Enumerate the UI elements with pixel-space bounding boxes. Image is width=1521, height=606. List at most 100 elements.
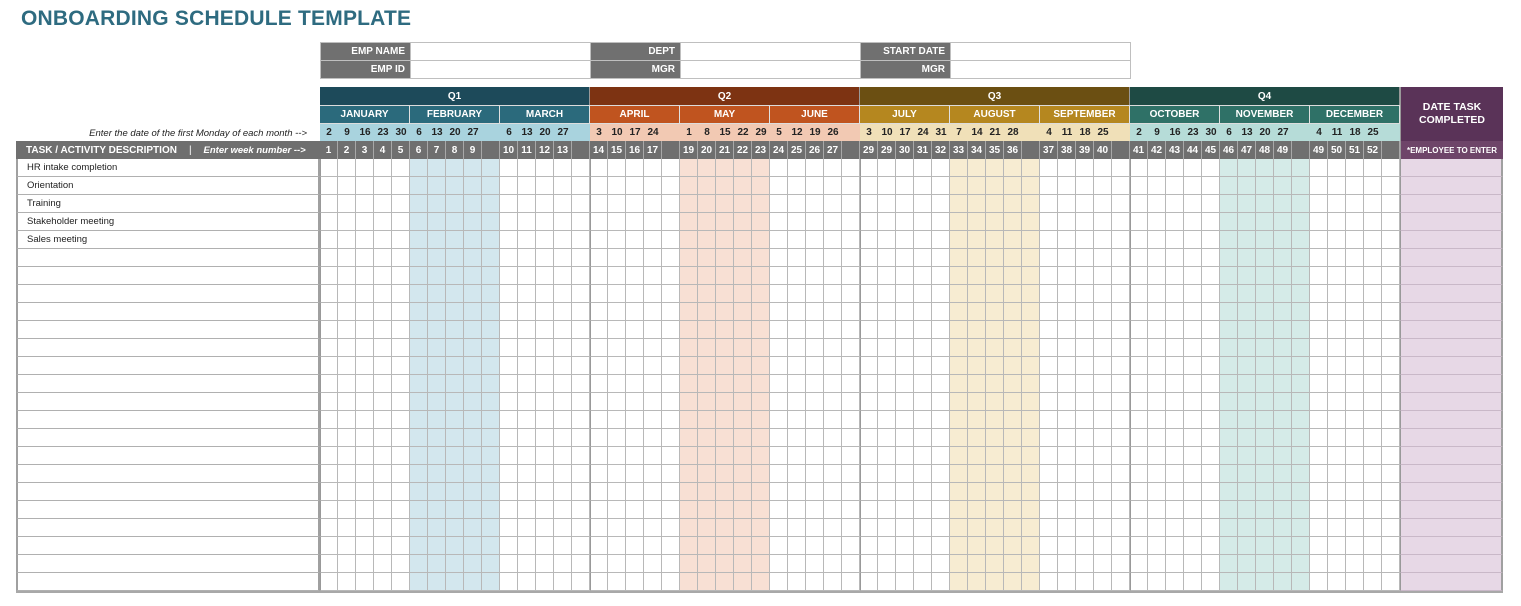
schedule-cell[interactable]: [374, 321, 392, 339]
schedule-cell[interactable]: [806, 357, 824, 375]
schedule-cell[interactable]: [500, 321, 518, 339]
schedule-cell[interactable]: [428, 285, 446, 303]
schedule-cell[interactable]: [842, 177, 860, 195]
schedule-cell[interactable]: [698, 285, 716, 303]
schedule-cell[interactable]: [1274, 267, 1292, 285]
schedule-cell[interactable]: [1202, 447, 1220, 465]
schedule-cell[interactable]: [770, 213, 788, 231]
schedule-cell[interactable]: [1328, 267, 1346, 285]
schedule-cell[interactable]: [1328, 483, 1346, 501]
schedule-cell[interactable]: [1292, 429, 1310, 447]
schedule-cell[interactable]: [482, 393, 500, 411]
schedule-cell[interactable]: [860, 501, 878, 519]
schedule-cell[interactable]: [1166, 303, 1184, 321]
schedule-cell[interactable]: [1310, 393, 1328, 411]
schedule-cell[interactable]: [1220, 393, 1238, 411]
schedule-cell[interactable]: [1364, 195, 1382, 213]
week-number[interactable]: 11: [518, 141, 536, 159]
schedule-cell[interactable]: [392, 357, 410, 375]
schedule-cell[interactable]: [1256, 339, 1274, 357]
task-row[interactable]: [16, 447, 320, 465]
schedule-cell[interactable]: [806, 555, 824, 573]
schedule-cell[interactable]: [1148, 303, 1166, 321]
schedule-cell[interactable]: [1094, 501, 1112, 519]
date-completed-cell[interactable]: [1400, 375, 1503, 393]
schedule-cell[interactable]: [590, 573, 608, 591]
schedule-cell[interactable]: [446, 555, 464, 573]
schedule-cell[interactable]: [374, 519, 392, 537]
schedule-cell[interactable]: [1130, 411, 1148, 429]
date-completed-cell[interactable]: [1400, 357, 1503, 375]
week-date[interactable]: 26: [824, 123, 842, 141]
schedule-cell[interactable]: [896, 195, 914, 213]
schedule-cell[interactable]: [500, 519, 518, 537]
schedule-cell[interactable]: [788, 411, 806, 429]
schedule-cell[interactable]: [1220, 573, 1238, 591]
schedule-cell[interactable]: [1364, 249, 1382, 267]
schedule-cell[interactable]: [680, 429, 698, 447]
schedule-cell[interactable]: [410, 231, 428, 249]
schedule-cell[interactable]: [1292, 393, 1310, 411]
week-number[interactable]: 36: [1004, 141, 1022, 159]
schedule-cell[interactable]: [572, 483, 590, 501]
schedule-cell[interactable]: [1004, 267, 1022, 285]
schedule-cell[interactable]: [446, 393, 464, 411]
schedule-cell[interactable]: [1292, 483, 1310, 501]
schedule-cell[interactable]: [320, 501, 338, 519]
schedule-cell[interactable]: [536, 555, 554, 573]
schedule-cell[interactable]: [482, 249, 500, 267]
schedule-cell[interactable]: [1292, 465, 1310, 483]
schedule-cell[interactable]: [1076, 321, 1094, 339]
schedule-cell[interactable]: [392, 285, 410, 303]
schedule-cell[interactable]: [572, 429, 590, 447]
schedule-cell[interactable]: [392, 483, 410, 501]
schedule-cell[interactable]: [716, 465, 734, 483]
schedule-cell[interactable]: [338, 573, 356, 591]
schedule-cell[interactable]: [500, 231, 518, 249]
schedule-cell[interactable]: [860, 303, 878, 321]
schedule-cell[interactable]: [1256, 429, 1274, 447]
week-number[interactable]: 40: [1094, 141, 1112, 159]
date-completed-cell[interactable]: [1400, 519, 1503, 537]
schedule-cell[interactable]: [644, 555, 662, 573]
schedule-cell[interactable]: [1220, 159, 1238, 177]
week-date[interactable]: [842, 123, 860, 141]
schedule-cell[interactable]: [1076, 267, 1094, 285]
schedule-cell[interactable]: [500, 393, 518, 411]
schedule-cell[interactable]: [896, 537, 914, 555]
schedule-cell[interactable]: [500, 267, 518, 285]
schedule-cell[interactable]: [1310, 285, 1328, 303]
schedule-cell[interactable]: [1004, 447, 1022, 465]
emp-name-field[interactable]: [410, 42, 591, 61]
week-number[interactable]: 22: [734, 141, 752, 159]
schedule-cell[interactable]: [914, 357, 932, 375]
week-number[interactable]: 21: [716, 141, 734, 159]
schedule-cell[interactable]: [554, 465, 572, 483]
schedule-cell[interactable]: [932, 213, 950, 231]
schedule-cell[interactable]: [644, 213, 662, 231]
schedule-cell[interactable]: [680, 501, 698, 519]
schedule-cell[interactable]: [878, 249, 896, 267]
schedule-cell[interactable]: [1112, 249, 1130, 267]
week-date[interactable]: 7: [950, 123, 968, 141]
schedule-cell[interactable]: [1040, 483, 1058, 501]
schedule-cell[interactable]: [1292, 213, 1310, 231]
schedule-cell[interactable]: [1328, 213, 1346, 231]
schedule-cell[interactable]: [752, 519, 770, 537]
schedule-cell[interactable]: [1148, 465, 1166, 483]
schedule-cell[interactable]: [932, 159, 950, 177]
schedule-cell[interactable]: [950, 195, 968, 213]
schedule-cell[interactable]: [1364, 483, 1382, 501]
schedule-cell[interactable]: [500, 285, 518, 303]
schedule-cell[interactable]: [950, 231, 968, 249]
schedule-cell[interactable]: [446, 447, 464, 465]
schedule-cell[interactable]: [896, 555, 914, 573]
schedule-cell[interactable]: [896, 249, 914, 267]
schedule-cell[interactable]: [698, 195, 716, 213]
schedule-cell[interactable]: [1148, 159, 1166, 177]
schedule-cell[interactable]: [1130, 231, 1148, 249]
schedule-cell[interactable]: [716, 483, 734, 501]
schedule-cell[interactable]: [1346, 501, 1364, 519]
schedule-cell[interactable]: [1094, 429, 1112, 447]
schedule-cell[interactable]: [1202, 537, 1220, 555]
